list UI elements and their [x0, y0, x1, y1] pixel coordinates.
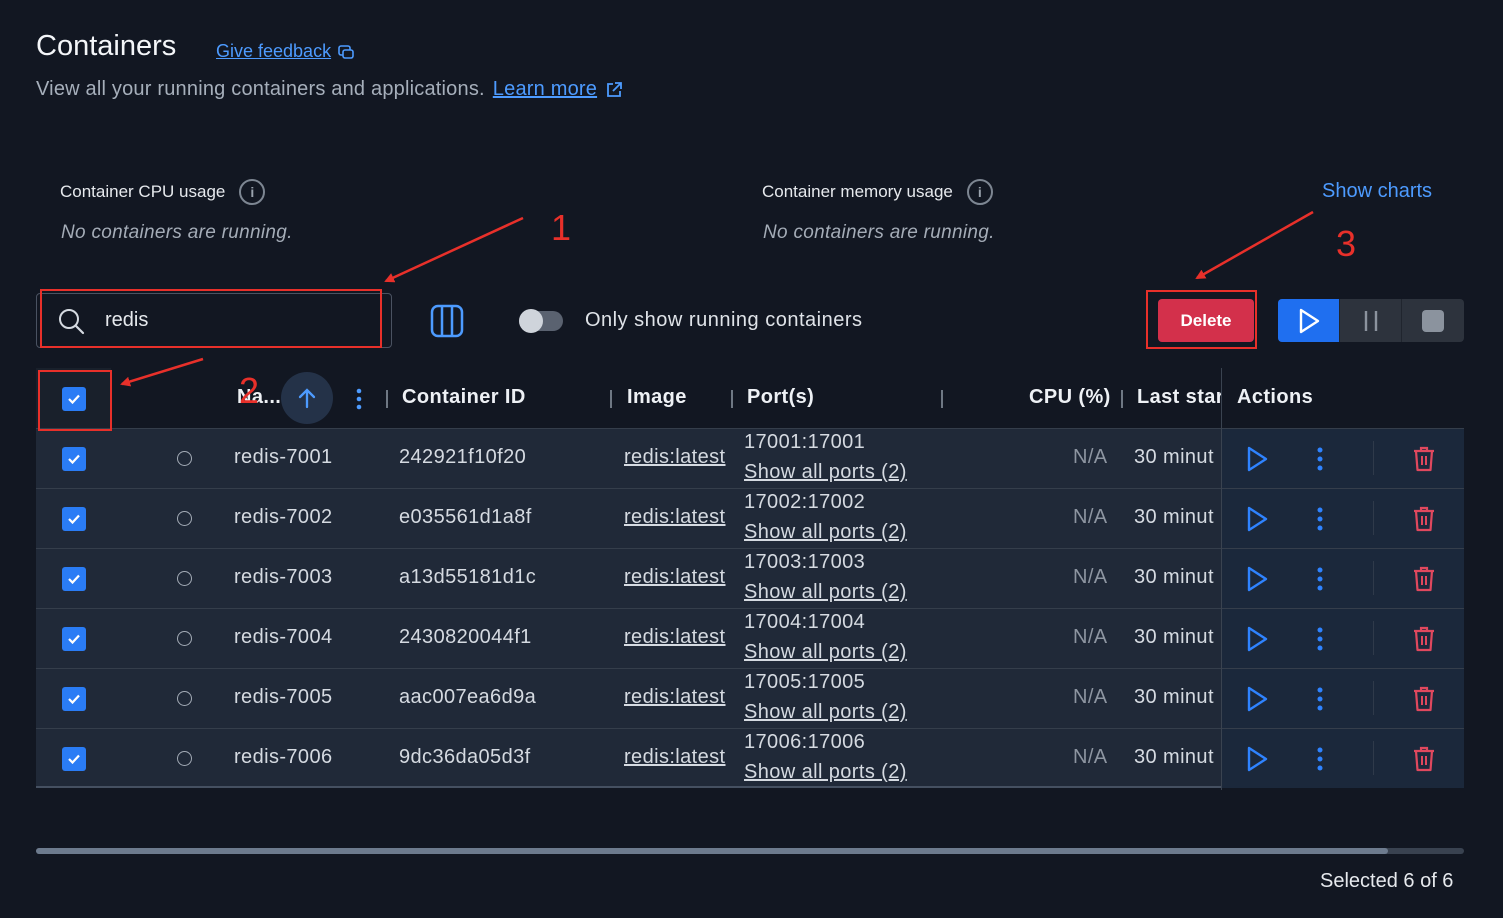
- annotation-arrows: [120, 210, 1314, 387]
- annotation-arrow-1: [384, 216, 524, 283]
- annotation-arrow-2: [120, 357, 204, 387]
- annotation-arrow-3: [1195, 210, 1314, 280]
